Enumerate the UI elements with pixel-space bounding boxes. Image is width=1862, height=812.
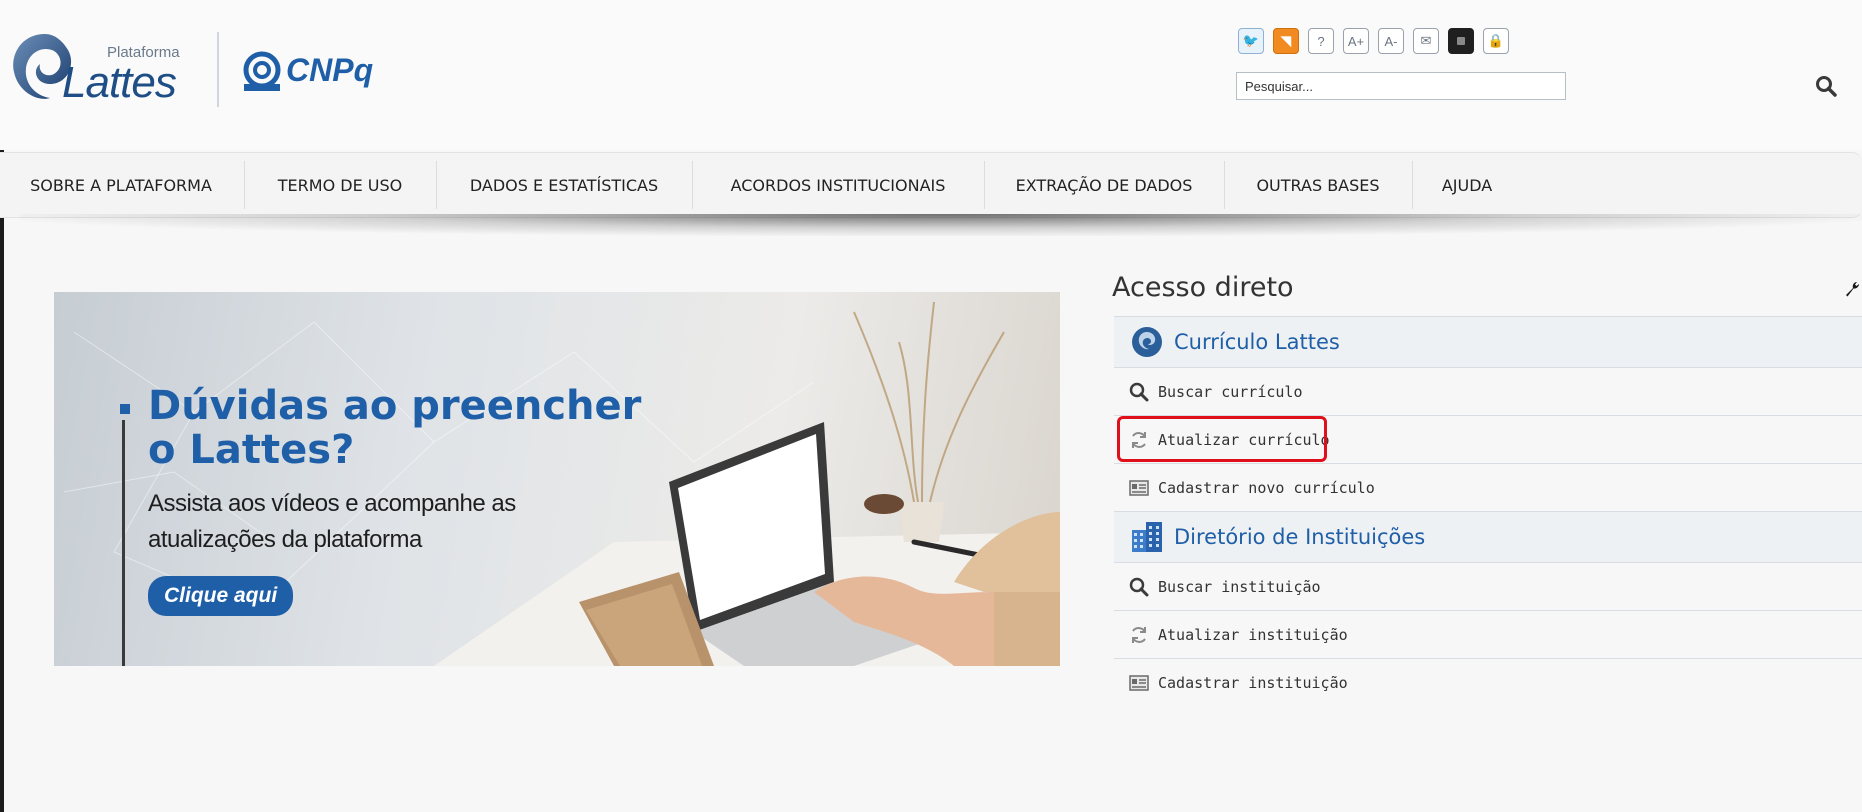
- utility-toolbar: 🐦 ◥ ? A+ A- ✉ 🔒: [1238, 28, 1509, 58]
- help-icon[interactable]: ?: [1308, 28, 1334, 54]
- lattes-logo[interactable]: Plataforma Lattes: [10, 20, 210, 110]
- direct-access-list: Currículo Lattes Buscar currículo Atuali…: [1114, 316, 1862, 706]
- banner-subtitle-line-1: Assista aos vídeos e acompanhe as: [148, 490, 516, 517]
- building-icon: [1132, 522, 1162, 552]
- highlight-annotation: [1117, 416, 1327, 462]
- lattes-logo-text: Lattes: [62, 58, 177, 107]
- search-icon: [1129, 577, 1149, 596]
- rss-icon[interactable]: ◥: [1273, 28, 1299, 54]
- contrast-icon[interactable]: [1448, 28, 1474, 54]
- banner-title-line-1: Dúvidas ao preencher: [148, 383, 642, 429]
- site-header: Plataforma Lattes CNPq 🐦 ◥ ? A+ A- ✉ 🔒: [0, 0, 1862, 150]
- form-icon: [1129, 479, 1149, 496]
- cnpq-mark-icon: [243, 51, 281, 91]
- link-cadastrar-novo-curriculo[interactable]: Cadastrar novo currículo: [1114, 463, 1862, 511]
- font-decrease-icon[interactable]: A-: [1378, 28, 1404, 54]
- link-label: Buscar instituição: [1158, 577, 1321, 596]
- twitter-icon[interactable]: 🐦: [1238, 28, 1264, 54]
- search-icon[interactable]: [1814, 74, 1838, 98]
- banner-accent-line: [122, 420, 125, 666]
- banner-bullet: [120, 404, 130, 414]
- logo-divider: [217, 32, 219, 107]
- banner-title: Dúvidas ao preencher o Lattes?: [148, 384, 708, 472]
- lock-icon[interactable]: 🔒: [1483, 28, 1509, 54]
- nav-ajuda[interactable]: AJUDA: [1413, 153, 1521, 217]
- link-cadastrar-instituicao[interactable]: Cadastrar instituição: [1114, 658, 1862, 706]
- section-curriculo-lattes[interactable]: Currículo Lattes: [1114, 316, 1862, 367]
- main-navbar: SOBRE A PLATAFORMA TERMO DE USO DADOS E …: [0, 152, 1862, 218]
- email-icon[interactable]: ✉: [1413, 28, 1439, 54]
- search-box: [1236, 72, 1862, 100]
- cnpq-logo[interactable]: CNPq: [240, 50, 410, 100]
- link-label: Atualizar instituição: [1158, 625, 1348, 644]
- form-icon: [1129, 674, 1149, 691]
- lattes-logo-icon: [1132, 327, 1162, 357]
- nav-outras-bases[interactable]: OUTRAS BASES: [1225, 153, 1411, 217]
- promo-banner[interactable]: Dúvidas ao preencher o Lattes? Assista a…: [54, 292, 1060, 666]
- link-atualizar-instituicao[interactable]: Atualizar instituição: [1114, 610, 1862, 658]
- banner-subtitle: Assista aos vídeos e acompanhe as atuali…: [148, 486, 648, 558]
- sidebar-title: Acesso direto: [1112, 272, 1294, 303]
- banner-subtitle-line-2: atualizações da plataforma: [148, 526, 422, 553]
- nav-termo-de-uso[interactable]: TERMO DE USO: [245, 153, 435, 217]
- banner-title-line-2: o Lattes?: [148, 427, 355, 473]
- navbar-shadow: [20, 214, 1862, 236]
- wrench-icon[interactable]: [1843, 280, 1861, 298]
- banner-cta-button[interactable]: Clique aqui: [148, 576, 294, 616]
- search-input[interactable]: [1236, 72, 1566, 100]
- cnpq-logo-text: CNPq: [286, 52, 374, 88]
- section-diretorio-de-instituicoes[interactable]: Diretório de Instituições: [1114, 511, 1862, 562]
- link-buscar-curriculo[interactable]: Buscar currículo: [1114, 367, 1862, 415]
- link-label: Cadastrar novo currículo: [1158, 478, 1375, 497]
- section-heading: Currículo Lattes: [1174, 330, 1340, 354]
- section-heading: Diretório de Instituições: [1174, 525, 1426, 549]
- font-increase-icon[interactable]: A+: [1343, 28, 1369, 54]
- refresh-icon: [1132, 626, 1146, 643]
- nav-extracao-de-dados[interactable]: EXTRAÇÃO DE DADOS: [985, 153, 1223, 217]
- nav-dados-e-estatisticas[interactable]: DADOS E ESTATÍSTICAS: [437, 153, 691, 217]
- link-buscar-instituicao[interactable]: Buscar instituição: [1114, 562, 1862, 610]
- nav-acordos-institucionais[interactable]: ACORDOS INSTITUCIONAIS: [693, 153, 983, 217]
- search-icon: [1129, 382, 1149, 401]
- nav-sobre-a-plataforma[interactable]: SOBRE A PLATAFORMA: [0, 153, 242, 217]
- link-label: Cadastrar instituição: [1158, 673, 1348, 692]
- link-label: Buscar currículo: [1158, 382, 1303, 401]
